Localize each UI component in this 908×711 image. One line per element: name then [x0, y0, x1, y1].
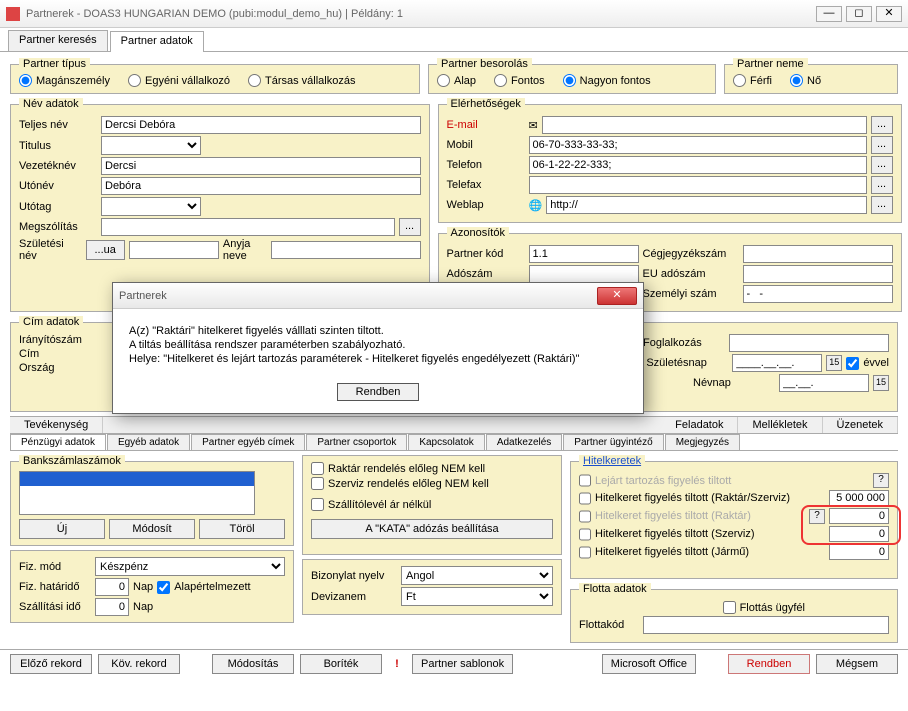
modal-dialog: Partnerek ✕ A(z) "Raktári" hitelkeret fi… — [112, 282, 644, 414]
modal-line-2: A tiltás beállítása rendszer paraméterbe… — [129, 339, 627, 351]
modal-ok-button[interactable]: Rendben — [337, 383, 420, 401]
modal-line-1: A(z) "Raktári" hitelkeret figyelés válll… — [129, 325, 627, 337]
modal-title: Partnerek — [119, 290, 597, 302]
modal-body: A(z) "Raktári" hitelkeret figyelés válll… — [113, 309, 643, 377]
modal-overlay: Partnerek ✕ A(z) "Raktári" hitelkeret fi… — [0, 0, 908, 711]
modal-close-button[interactable]: ✕ — [597, 287, 637, 305]
modal-line-3: Helye: "Hitelkeret és lejárt tartozás pa… — [129, 353, 627, 365]
